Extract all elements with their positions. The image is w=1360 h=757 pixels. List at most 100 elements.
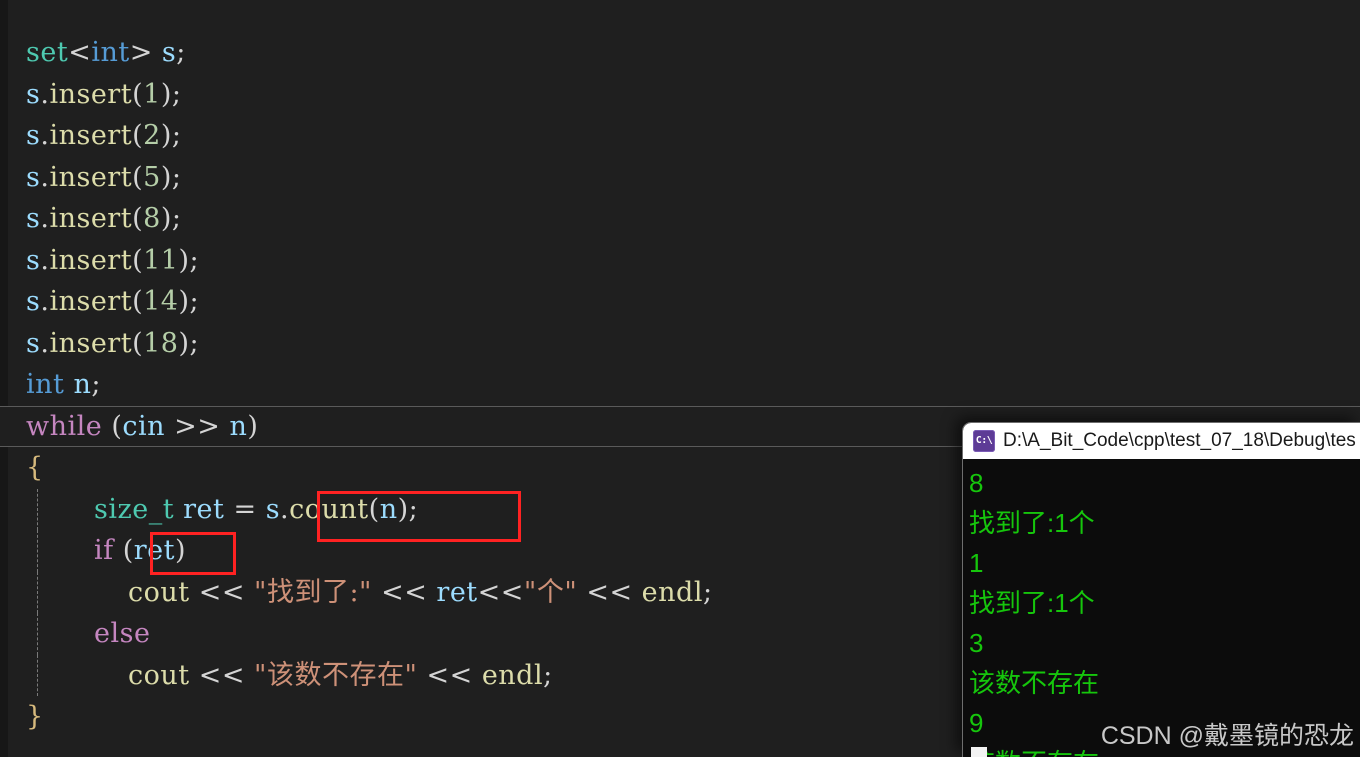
- console-output-lines: 8找到了:1个1找到了:1个3该数不存在9该数不存在: [969, 463, 1360, 757]
- code-token: <<: [189, 576, 255, 608]
- code-token: ;: [702, 576, 713, 608]
- code-line-text: {: [0, 452, 44, 483]
- code-token: s: [26, 120, 41, 151]
- code-line[interactable]: s.insert(2);: [0, 115, 1360, 157]
- code-line[interactable]: int n;: [0, 364, 1360, 406]
- code-token: s: [26, 161, 41, 193]
- code-line-text: cout << "找到了:" << ret<<"个" << endl;: [0, 577, 713, 608]
- code-token: "个": [523, 576, 578, 608]
- console-output-line: 找到了:1个: [969, 508, 1095, 538]
- code-line-text: s.insert(11);: [0, 245, 199, 276]
- code-token: ;: [171, 203, 182, 234]
- console-titlebar[interactable]: C:\ D:\A_Bit_Code\cpp\test_07_18\Debug\t…: [963, 423, 1360, 459]
- code-token: endl: [481, 659, 544, 691]
- code-token: 2: [143, 120, 161, 151]
- code-token: ): [178, 244, 190, 276]
- code-token: (: [368, 493, 380, 525]
- code-token: {: [26, 452, 44, 483]
- code-token: ;: [171, 161, 182, 193]
- console-output-line: 3: [969, 628, 984, 658]
- code-token: (: [132, 327, 144, 359]
- code-token: int: [91, 37, 130, 68]
- console-title-text: D:\A_Bit_Code\cpp\test_07_18\Debug\tes: [1003, 430, 1356, 451]
- code-line-text: int n;: [0, 369, 101, 400]
- code-token: while: [26, 410, 103, 442]
- code-token: (: [132, 78, 144, 110]
- code-token: s: [26, 327, 41, 359]
- code-token: insert: [49, 203, 133, 234]
- code-token: cin: [122, 410, 166, 442]
- code-token: ;: [189, 244, 200, 276]
- code-token: 14: [143, 286, 179, 317]
- code-token: ): [178, 327, 190, 359]
- code-line-text: s.insert(1);: [0, 79, 181, 110]
- code-line[interactable]: s.insert(11);: [0, 240, 1360, 282]
- code-line-text: s.insert(2);: [0, 120, 181, 151]
- code-token: (: [132, 286, 144, 317]
- code-line-text: s.insert(18);: [0, 328, 199, 359]
- code-token: insert: [49, 78, 133, 110]
- code-token: ): [160, 203, 172, 234]
- code-token: ;: [171, 78, 182, 110]
- code-token: ;: [189, 286, 200, 317]
- code-token: int: [26, 369, 65, 400]
- code-line-text: set<int> s;: [0, 37, 186, 68]
- code-line[interactable]: s.insert(14);: [0, 281, 1360, 323]
- code-token: (: [132, 161, 144, 193]
- code-line[interactable]: s.insert(1);: [0, 74, 1360, 116]
- code-token: ;: [408, 493, 419, 525]
- code-token: ret: [436, 576, 478, 608]
- code-line[interactable]: set<int> s;: [0, 32, 1360, 74]
- code-token: s: [26, 78, 41, 110]
- code-token: ): [160, 78, 172, 110]
- code-line-text: size_t ret = s.count(n);: [0, 494, 418, 525]
- code-token: endl: [641, 576, 703, 608]
- code-token: ): [178, 286, 190, 317]
- code-token: <<: [189, 659, 255, 691]
- code-token: s: [265, 493, 281, 525]
- console-output-area[interactable]: 8找到了:1个1找到了:1个3该数不存在9该数不存在: [963, 459, 1360, 757]
- code-token: 11: [143, 244, 179, 276]
- code-token: ret: [133, 535, 176, 566]
- code-token: (: [102, 410, 123, 442]
- code-token: count: [289, 493, 369, 525]
- console-output-line: 8: [969, 468, 984, 498]
- code-token: insert: [49, 244, 133, 276]
- code-token: >: [129, 37, 153, 68]
- code-token: }: [26, 701, 44, 732]
- code-token: <<: [477, 576, 524, 608]
- code-token: <<: [371, 576, 437, 608]
- code-token: ): [397, 493, 409, 525]
- code-token: insert: [49, 161, 133, 193]
- code-token: if: [94, 535, 114, 566]
- code-token: .: [280, 493, 290, 525]
- code-token: size_t: [94, 493, 175, 525]
- code-token: s: [161, 37, 177, 68]
- code-token: else: [94, 618, 151, 649]
- code-token: ;: [91, 369, 101, 400]
- code-token: <<: [577, 576, 642, 608]
- code-token: insert: [49, 120, 133, 151]
- code-line-text: }: [0, 701, 44, 732]
- code-token: ): [175, 535, 187, 566]
- console-output-line: 该数不存在: [969, 668, 1100, 698]
- code-line[interactable]: s.insert(18);: [0, 323, 1360, 365]
- code-token: >>: [165, 410, 230, 442]
- code-token: ;: [176, 37, 186, 68]
- code-token: cout: [128, 576, 190, 608]
- code-token: insert: [49, 327, 133, 359]
- code-token: ;: [171, 120, 182, 151]
- code-token: ): [160, 120, 172, 151]
- code-line[interactable]: s.insert(8);: [0, 198, 1360, 240]
- console-window[interactable]: C:\ D:\A_Bit_Code\cpp\test_07_18\Debug\t…: [962, 422, 1360, 757]
- code-token: "找到了:": [254, 576, 372, 608]
- code-token: (: [132, 244, 144, 276]
- code-line[interactable]: s.insert(5);: [0, 157, 1360, 199]
- code-line-text: s.insert(8);: [0, 203, 181, 234]
- console-cursor: [971, 747, 987, 757]
- code-token: insert: [49, 286, 133, 317]
- code-token: ;: [189, 327, 200, 359]
- code-token: ): [247, 410, 259, 442]
- code-line-text: s.insert(14);: [0, 286, 199, 317]
